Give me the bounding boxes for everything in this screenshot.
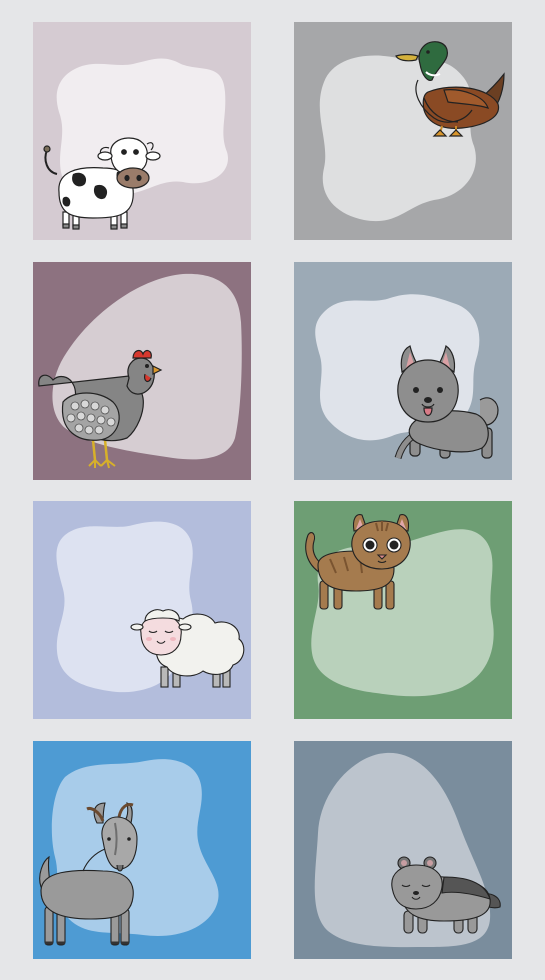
- page: { "cards": [ {"animal": "cow", "backgrou…: [0, 0, 545, 980]
- sheep-card: [33, 501, 251, 719]
- duck-card: [294, 22, 512, 240]
- dog-card: [294, 262, 512, 480]
- hamster-card: [294, 741, 512, 959]
- hen-card: [33, 262, 251, 480]
- cow-card: [33, 22, 251, 240]
- goat-card: [33, 741, 251, 959]
- cat-card: [294, 501, 512, 719]
